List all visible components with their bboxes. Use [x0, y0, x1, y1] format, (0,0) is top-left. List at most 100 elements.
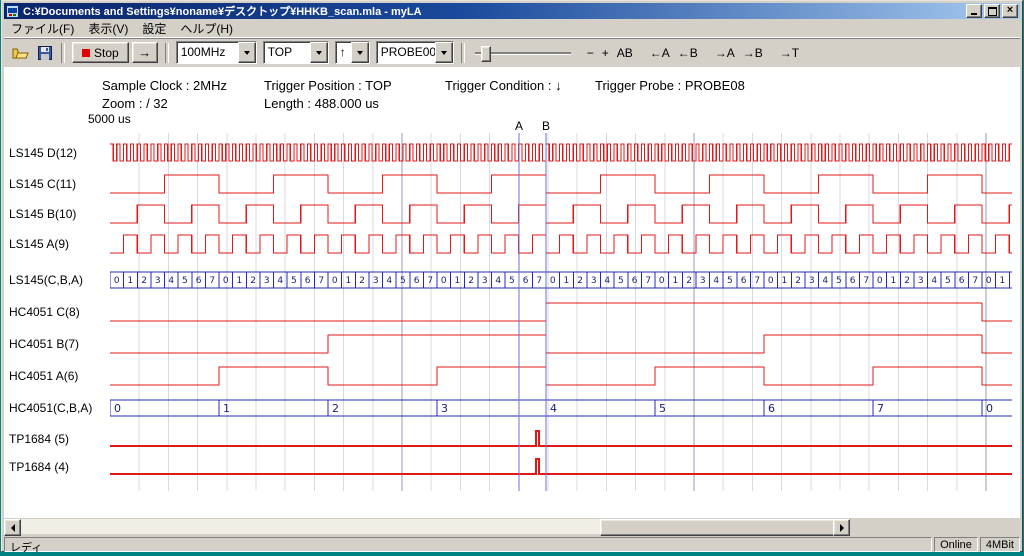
sample-clock-combo[interactable]: 100MHz [176, 41, 257, 64]
svg-text:2: 2 [250, 276, 256, 286]
menu-item-1[interactable]: 表示(V) [81, 19, 135, 38]
svg-text:7: 7 [209, 276, 215, 286]
waveform-0 [110, 144, 1012, 161]
trigger-position-combo[interactable]: TOP [263, 41, 329, 64]
toolbar-button-right-A[interactable]: →A [711, 43, 739, 63]
toolbar-flat-buttons: −+AB ←A←B →A→B →T [583, 43, 812, 63]
open-file-button[interactable] [9, 42, 32, 63]
svg-text:7: 7 [972, 276, 978, 286]
svg-text:0: 0 [114, 276, 120, 286]
svg-text:4: 4 [495, 276, 501, 286]
horizontal-scrollbar[interactable] [4, 519, 850, 534]
menu-item-3[interactable]: ヘルプ(H) [173, 19, 240, 38]
svg-text:7: 7 [536, 276, 542, 286]
toolbar-separator [461, 43, 465, 63]
svg-text:5: 5 [618, 276, 624, 286]
svg-text:2: 2 [359, 276, 365, 286]
scroll-left-button[interactable] [4, 519, 21, 536]
svg-text:3: 3 [441, 402, 448, 415]
svg-text:6: 6 [196, 276, 202, 286]
zoom-slider[interactable] [475, 43, 571, 63]
channel-label-6: HC4051 B(7) [9, 337, 79, 351]
channel-label-7: HC4051 A(6) [9, 369, 78, 383]
svg-text:1: 1 [782, 276, 788, 286]
toolbar-button-right-B[interactable]: →B [739, 43, 767, 63]
svg-text:3: 3 [373, 276, 379, 286]
zoom-info: Zoom : / 32 [102, 96, 168, 111]
toolbar-button-right-T[interactable]: →T [776, 43, 803, 63]
waveform-10 [110, 459, 1012, 474]
trigger-edge-combo-arrow[interactable] [351, 42, 369, 63]
toolbar-button-AB[interactable]: AB [613, 43, 637, 63]
svg-text:5: 5 [836, 276, 842, 286]
sample-clock-combo-arrow[interactable] [238, 42, 256, 63]
run-button[interactable]: → [132, 42, 158, 63]
app-icon [6, 5, 19, 18]
menu-item-0[interactable]: ファイル(F) [4, 19, 81, 38]
svg-text:0: 0 [332, 276, 338, 286]
cursor-b-label[interactable]: B [542, 119, 550, 133]
grid-lines [139, 133, 986, 491]
titlebar[interactable]: C:¥Documents and Settings¥noname¥デスクトップ¥… [4, 3, 1020, 19]
status-memory-badge: 4MBit [980, 537, 1020, 552]
svg-text:0: 0 [768, 276, 774, 286]
svg-text:7: 7 [863, 276, 869, 286]
toolbar-button-left-A[interactable]: ←A [646, 43, 674, 63]
svg-text:2: 2 [141, 276, 147, 286]
probe-combo-arrow[interactable] [435, 42, 453, 63]
chevron-down-icon [441, 51, 447, 55]
toolbar-button-left-B[interactable]: ←B [674, 43, 702, 63]
menu-item-2[interactable]: 設定 [135, 19, 173, 38]
window-title: C:¥Documents and Settings¥noname¥デスクトップ¥… [23, 3, 966, 19]
svg-text:4: 4 [713, 276, 719, 286]
svg-text:0: 0 [659, 276, 665, 286]
maximize-button[interactable] [984, 4, 1000, 18]
svg-text:6: 6 [741, 276, 747, 286]
svg-text:6: 6 [768, 402, 775, 415]
svg-text:1: 1 [564, 276, 570, 286]
trigger-probe-info: Trigger Probe : PROBE08 [595, 78, 745, 93]
minimize-button[interactable] [966, 4, 982, 18]
flat-button-group-2: →A→B [711, 43, 767, 63]
close-icon: × [1007, 6, 1013, 15]
close-button[interactable]: × [1002, 4, 1018, 18]
svg-text:0: 0 [114, 402, 121, 415]
waveform-9 [110, 431, 1012, 446]
waveform-4: 0123456701234567012345670123456701234567… [110, 272, 1012, 288]
svg-text:4: 4 [386, 276, 392, 286]
trigger-edge-combo[interactable]: ↑ [335, 41, 370, 64]
channel-label-8: HC4051(C,B,A) [9, 401, 92, 415]
trigger-position-value: TOP [264, 42, 310, 63]
scroll-thumb[interactable] [600, 519, 836, 536]
svg-text:5: 5 [945, 276, 951, 286]
channel-label-10: TP1684 (4) [9, 460, 69, 474]
svg-text:5: 5 [727, 276, 733, 286]
stop-button[interactable]: Stop [72, 42, 129, 63]
waveform-3 [110, 235, 1012, 253]
trigger-position-info: Trigger Position : TOP [264, 78, 392, 93]
app-window: C:¥Documents and Settings¥noname¥デスクトップ¥… [1, 0, 1023, 552]
cursor-a-label[interactable]: A [515, 119, 523, 133]
toolbar-button-plus[interactable]: + [598, 43, 613, 63]
minimize-icon [971, 13, 977, 15]
toolbar-button-minus[interactable]: − [583, 43, 598, 63]
svg-text:2: 2 [332, 402, 339, 415]
svg-text:4: 4 [822, 276, 828, 286]
probe-value: PROBE00 [377, 42, 435, 63]
flat-button-group-1: ←A←B [646, 43, 702, 63]
svg-text:7: 7 [427, 276, 433, 286]
toolbar-separator [165, 43, 169, 63]
svg-text:2: 2 [468, 276, 474, 286]
status-online-badge: Online [934, 537, 978, 552]
cursor-lines[interactable] [519, 133, 546, 491]
svg-text:2: 2 [904, 276, 910, 286]
open-folder-icon [12, 46, 29, 60]
save-button[interactable] [33, 42, 56, 63]
probe-combo[interactable]: PROBE00 [376, 41, 454, 64]
waveform-1 [110, 175, 1012, 193]
triangle-right-icon [840, 524, 844, 532]
trigger-position-combo-arrow[interactable] [310, 42, 328, 63]
zoom-slider-thumb[interactable] [481, 46, 491, 62]
scroll-right-button[interactable] [833, 519, 850, 536]
svg-text:4: 4 [604, 276, 610, 286]
